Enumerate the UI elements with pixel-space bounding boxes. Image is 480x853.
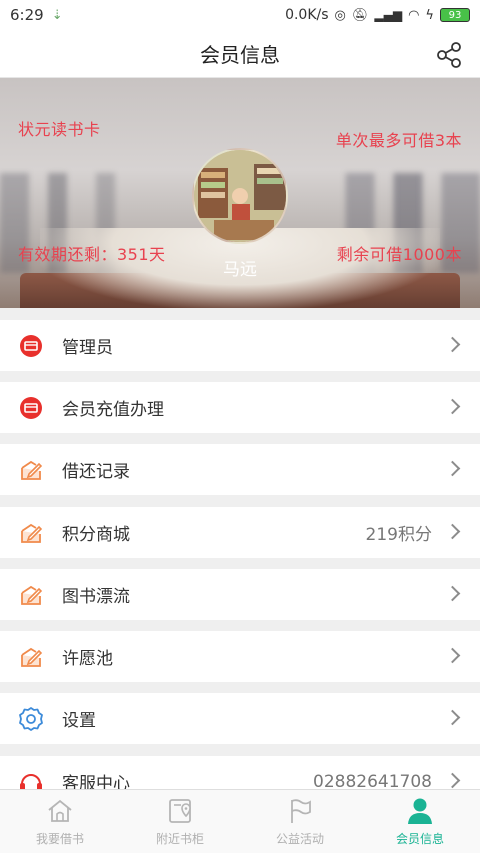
chevron-right-icon (444, 336, 461, 353)
menu-label: 图书漂流 (62, 587, 130, 607)
edit-box-icon (18, 457, 44, 483)
wifi-icon: ◠ (408, 7, 420, 23)
status-time: 6:29 (10, 6, 44, 24)
tab-member-info[interactable]: 会员信息 (360, 790, 480, 853)
sync-icon: ◎ (334, 7, 346, 23)
points-value: 219积分 (365, 525, 432, 545)
battery-indicator: 93 (440, 8, 470, 22)
menu-label: 设置 (62, 711, 96, 731)
signal-icon: ▂▄▆ (374, 8, 403, 22)
tab-label: 我要借书 (35, 832, 84, 846)
edit-box-icon (18, 582, 44, 608)
chevron-right-icon (444, 585, 461, 602)
menu-label: 许愿池 (62, 649, 113, 669)
menu-item-admin[interactable]: 管理员 (0, 320, 480, 371)
menu-item-settings[interactable]: 设置 (0, 693, 480, 744)
chevron-right-icon (444, 647, 461, 664)
card-icon (18, 333, 44, 359)
menu-item-borrow-records[interactable]: 借还记录 (0, 444, 480, 495)
flag-icon (291, 799, 311, 823)
tab-label: 附近书柜 (155, 832, 204, 846)
chevron-right-icon (444, 709, 461, 726)
page-title: 会员信息 (200, 43, 280, 67)
share-icon[interactable] (434, 40, 464, 70)
status-bar: 6:29 ⇣ 0.0K/s ◎ 🔕︎ ▂▄▆ ◠ ϟ 93 (0, 0, 480, 30)
user-icon (408, 798, 432, 824)
tab-borrow-books[interactable]: 我要借书 (0, 790, 120, 853)
menu-item-recharge[interactable]: 会员充值办理 (0, 382, 480, 433)
menu-item-book-drift[interactable]: 图书漂流 (0, 569, 480, 620)
tab-label: 会员信息 (395, 832, 444, 846)
card-icon (18, 395, 44, 421)
menu-label: 管理员 (62, 338, 113, 358)
chevron-right-icon (444, 398, 461, 415)
mute-icon: 🔕︎ (351, 7, 369, 23)
menu-item-points-mall[interactable]: 积分商城 219积分 (0, 507, 480, 558)
menu-item-wishing-pool[interactable]: 许愿池 (0, 631, 480, 682)
location-book-icon (169, 799, 191, 823)
tab-charity-events[interactable]: 公益活动 (240, 790, 360, 853)
gear-icon (18, 706, 44, 732)
tab-nearby-cabinets[interactable]: 附近书柜 (120, 790, 240, 853)
borrow-limit: 单次最多可借3本 (335, 131, 462, 150)
edit-box-icon (18, 520, 44, 546)
app-header: 会员信息 (0, 30, 480, 78)
menu-label: 借还记录 (62, 462, 130, 482)
download-icon: ⇣ (51, 7, 63, 23)
menu-label: 积分商城 (62, 525, 130, 545)
avatar-illustration (194, 150, 286, 242)
chevron-right-icon (444, 523, 461, 540)
edit-box-icon (18, 644, 44, 670)
chevron-right-icon (444, 460, 461, 477)
home-icon (48, 799, 72, 822)
membership-card-banner: 状元读书卡 单次最多可借3本 有效期还剩：351天 剩余可借1000本 马远 (0, 78, 480, 308)
avatar[interactable] (192, 148, 288, 244)
charging-icon: ϟ (425, 7, 434, 23)
user-name: 马远 (223, 260, 257, 280)
network-speed: 0.0K/s (285, 7, 329, 23)
chevron-right-icon (444, 772, 461, 789)
bottom-tab-bar: 我要借书 附近书柜 公益活动 会员信息 (0, 789, 480, 853)
menu-label: 会员充值办理 (62, 400, 164, 420)
card-name: 状元读书卡 (18, 120, 101, 139)
tab-label: 公益活动 (275, 832, 324, 846)
